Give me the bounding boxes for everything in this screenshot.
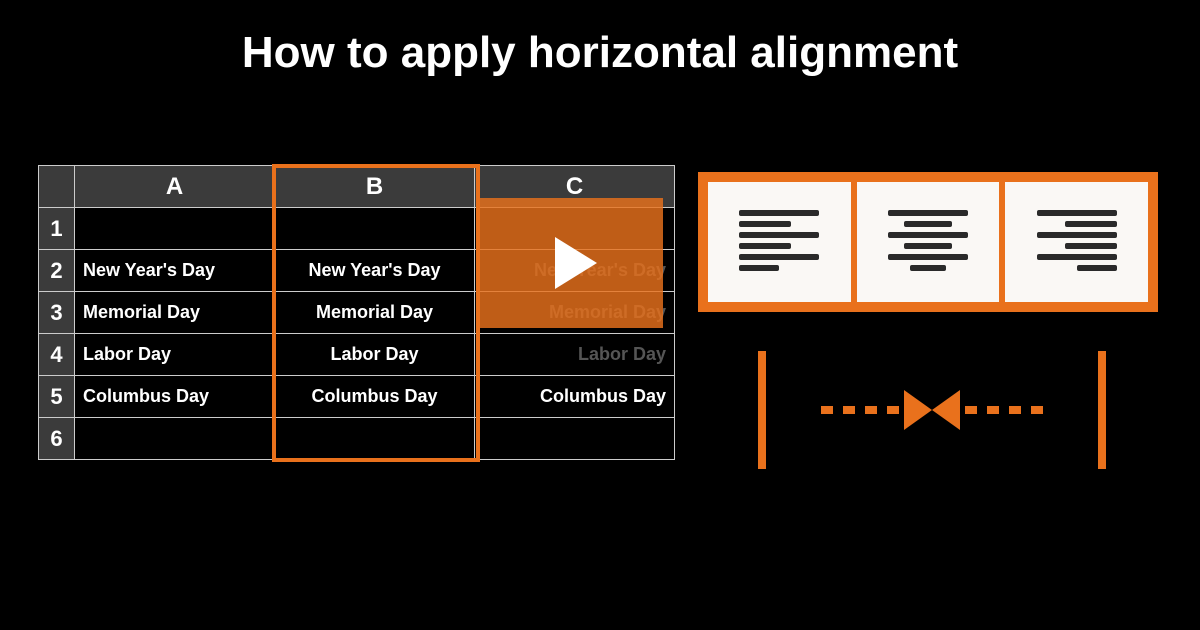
cell-b5[interactable]: Columbus Day [275,376,475,418]
center-alignment-diagram [758,350,1106,470]
table-corner [39,166,75,208]
cell-b2[interactable]: New Year's Day [275,250,475,292]
row-header-3[interactable]: 3 [39,292,75,334]
arrow-left-icon [932,390,960,430]
arrow-right-icon [904,390,932,430]
cell-a1[interactable] [75,208,275,250]
diagram-arrows [816,390,1048,430]
page-title: How to apply horizontal alignment [0,0,1200,78]
play-icon [555,237,597,289]
row-header-4[interactable]: 4 [39,334,75,376]
cell-b3[interactable]: Memorial Day [275,292,475,334]
row-header-5[interactable]: 5 [39,376,75,418]
cell-c5[interactable]: Columbus Day [475,376,675,418]
align-center-button[interactable] [857,182,1000,302]
cell-a5[interactable]: Columbus Day [75,376,275,418]
column-header-b[interactable]: B [275,166,475,208]
align-right-button[interactable] [1005,182,1148,302]
cell-c6[interactable] [475,418,675,460]
cell-a4[interactable]: Labor Day [75,334,275,376]
cell-b6[interactable] [275,418,475,460]
diagram-left-bar [758,351,766,469]
diagram-right-bar [1098,351,1106,469]
row-header-2[interactable]: 2 [39,250,75,292]
cell-a2[interactable]: New Year's Day [75,250,275,292]
row-header-6[interactable]: 6 [39,418,75,460]
cell-b1[interactable] [275,208,475,250]
cell-a3[interactable]: Memorial Day [75,292,275,334]
cell-a6[interactable] [75,418,275,460]
align-right-icon [1037,210,1117,274]
align-center-icon [888,210,968,274]
cell-b4[interactable]: Labor Day [275,334,475,376]
align-left-button[interactable] [708,182,851,302]
column-header-a[interactable]: A [75,166,275,208]
row-header-1[interactable]: 1 [39,208,75,250]
align-left-icon [739,210,819,274]
alignment-toolbar [698,172,1158,312]
play-button[interactable] [478,198,663,328]
cell-c4[interactable]: Labor Day [475,334,675,376]
